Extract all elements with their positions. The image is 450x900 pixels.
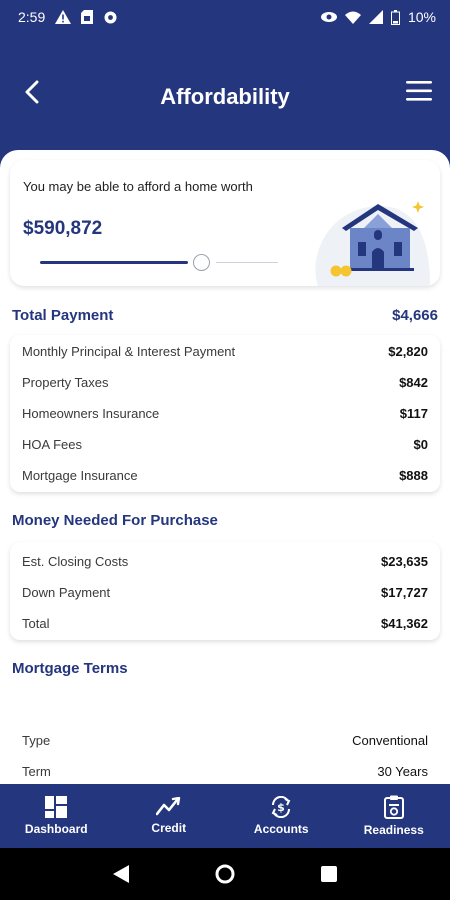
status-time: 2:59 xyxy=(18,9,46,25)
list-item-label: Term xyxy=(22,763,51,779)
total-payment-amount: $4,666 xyxy=(392,307,438,324)
status-bar-right: 10% xyxy=(320,9,436,25)
slider-track-filled xyxy=(40,261,188,264)
list-item: Term 30 Years xyxy=(22,761,428,781)
list-item-amount: $888 xyxy=(399,467,428,483)
nav-item-label: Accounts xyxy=(253,822,309,836)
nav-item-label: Readiness xyxy=(363,823,424,837)
credit-trend-icon xyxy=(155,797,180,816)
slider-thumb[interactable] xyxy=(193,254,210,271)
list-item: Total $41,362 xyxy=(22,613,428,633)
readiness-clipboard-icon xyxy=(383,795,404,819)
list-item: Est. Closing Costs $23,635 xyxy=(22,551,428,571)
list-item: Down Payment $17,727 xyxy=(22,582,428,602)
list-item-amount: 30 Years xyxy=(377,763,428,779)
list-item-label: Property Taxes xyxy=(22,374,109,390)
system-home-icon[interactable] xyxy=(215,864,235,884)
nav-item-readiness[interactable]: Readiness xyxy=(338,784,450,848)
affordability-card: You may be able to afford a home worth $… xyxy=(10,160,440,286)
list-item: Homeowners Insurance $117 xyxy=(22,403,428,423)
accounts-dollar-icon: $ xyxy=(271,796,291,818)
warning-icon xyxy=(55,10,72,24)
list-item-amount: Conventional xyxy=(352,732,428,748)
list-item-label: Est. Closing Costs xyxy=(22,553,129,569)
list-item: HOA Fees $0 xyxy=(22,434,428,454)
slider-track-empty xyxy=(216,262,278,263)
system-nav-bar xyxy=(0,848,450,900)
main-content[interactable]: You may be able to afford a home worth $… xyxy=(0,150,450,784)
bottom-nav: Dashboard Credit $ Accounts Readiness xyxy=(0,784,450,848)
affordability-value: $590,872 xyxy=(23,218,103,239)
sim-card-icon xyxy=(81,10,94,24)
svg-text:$: $ xyxy=(277,801,285,814)
list-item-amount: $2,820 xyxy=(388,343,428,359)
list-item-label: HOA Fees xyxy=(22,436,82,452)
page-title: Affordability xyxy=(160,84,290,109)
system-back-icon[interactable] xyxy=(113,865,129,883)
affordability-caption: You may be able to afford a home worth xyxy=(23,179,253,194)
status-bar-left: 2:59 xyxy=(18,9,118,25)
nav-item-accounts[interactable]: $ Accounts xyxy=(225,784,338,848)
list-item-label: Type xyxy=(22,732,51,748)
list-item-label: Homeowners Insurance xyxy=(22,405,160,421)
list-item-label: Monthly Principal & Interest Payment xyxy=(22,343,236,359)
signal-icon xyxy=(368,10,383,24)
nav-item-label: Credit xyxy=(151,821,187,835)
total-payment-title: Total Payment xyxy=(12,307,114,324)
money-needed-card: Est. Closing Costs $23,635 Down Payment … xyxy=(10,542,440,640)
nav-item-dashboard[interactable]: Dashboard xyxy=(0,784,113,848)
system-recents-icon[interactable] xyxy=(321,866,337,882)
list-item: Monthly Principal & Interest Payment $2,… xyxy=(22,341,428,361)
nav-item-label: Dashboard xyxy=(24,822,88,836)
status-bar: 2:59 10% xyxy=(0,0,450,34)
settings-gear-icon xyxy=(104,11,117,23)
list-item-amount: $117 xyxy=(399,405,428,421)
total-payment-card: Monthly Principal & Interest Payment $2,… xyxy=(10,335,440,492)
list-item: Type Conventional xyxy=(22,730,428,750)
dashboard-grid-icon xyxy=(45,796,68,818)
list-item-label: Mortgage Insurance xyxy=(22,467,138,483)
list-item-label: Down Payment xyxy=(22,584,111,600)
list-item-amount: $23,635 xyxy=(381,553,428,569)
money-needed-title: Money Needed For Purchase xyxy=(12,512,218,529)
list-item: Mortgage Insurance $888 xyxy=(22,465,428,485)
eye-icon xyxy=(320,12,337,22)
list-item-label: Total xyxy=(22,615,50,631)
mortgage-terms-title: Mortgage Terms xyxy=(12,660,128,677)
list-item: Property Taxes $842 xyxy=(22,372,428,392)
list-item-amount: $842 xyxy=(399,374,428,390)
list-item-amount: $0 xyxy=(413,436,428,452)
list-item-amount: $17,727 xyxy=(381,584,428,600)
menu-button[interactable] xyxy=(406,80,434,104)
list-item-amount: $41,362 xyxy=(381,615,428,631)
battery-percent: 10% xyxy=(407,9,436,25)
battery-icon xyxy=(390,9,400,25)
wifi-icon xyxy=(344,11,361,24)
hamburger-menu-icon xyxy=(406,81,432,101)
nav-item-credit[interactable]: Credit xyxy=(113,784,226,848)
house-illustration xyxy=(315,201,430,286)
